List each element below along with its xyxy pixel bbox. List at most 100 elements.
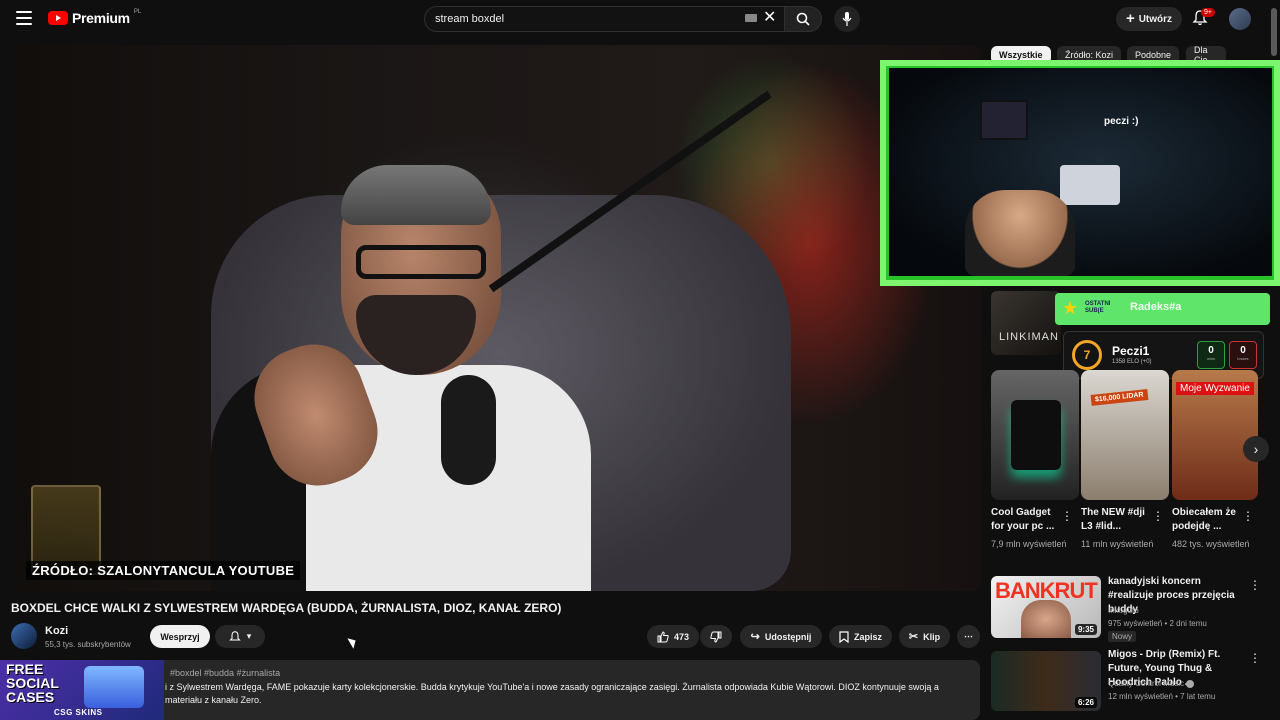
keyboard-icon[interactable] [745, 14, 757, 22]
more-vert-icon[interactable]: ⋮ [1242, 510, 1254, 522]
notification-settings-button[interactable]: ▾ [215, 625, 265, 648]
losses-counter: 0 losses [1229, 341, 1257, 369]
related-video-meta: 975 wyświetleń • 2 dni temu [1108, 619, 1207, 628]
related-video-thumbnail[interactable]: 6:26 [991, 651, 1101, 711]
losses-count: 0 [1240, 345, 1246, 356]
faceit-elo-score: 1358 ELO (+0) [1112, 359, 1152, 365]
scissors-icon: ✂ [908, 631, 919, 643]
keycap-image [1011, 400, 1061, 470]
promo-banner[interactable]: FREE SOCIAL CASES CSG SKINS [0, 660, 164, 720]
search-input[interactable] [435, 13, 735, 25]
short-views: 7,9 mln wyświetleń [991, 539, 1067, 549]
create-label: Utwórz [1138, 13, 1173, 25]
page-scrollbar[interactable] [1271, 8, 1277, 56]
more-horiz-icon: ⋯ [964, 631, 973, 641]
video-source-caption: ŹRÓDŁO: SZALONYTANCULA YOUTUBE [26, 561, 301, 580]
podcast-microphone [441, 375, 496, 485]
create-button[interactable]: + Utwórz [1116, 7, 1182, 31]
bookmark-icon [839, 630, 849, 643]
microphone-icon [842, 12, 852, 26]
short-thumbnail-tag: $16,000 LIDAR [1090, 389, 1149, 406]
short-thumbnail-tag: Moje Wyzwanie [1176, 382, 1254, 395]
video-player[interactable]: ŹRÓDŁO: SZALONYTANCULA YOUTUBE [11, 45, 981, 591]
dislike-button[interactable] [700, 625, 732, 648]
short-title[interactable]: Obiecałem że podejdę ... [1172, 506, 1246, 534]
youtube-play-icon [48, 11, 68, 25]
short-views: 11 mln wyświetleń [1081, 539, 1154, 549]
last-sub-label: OSTATNI SUB(E [1085, 301, 1111, 314]
save-button[interactable]: Zapisz [829, 625, 892, 648]
search-button[interactable] [784, 6, 822, 32]
short-thumbnail[interactable] [991, 370, 1079, 500]
stream-label: peczi :) [1104, 116, 1139, 127]
subscriber-count: 55,3 tys. subskrybentów [45, 640, 131, 649]
share-label: Udostępnij [764, 631, 812, 642]
thumbs-up-icon [657, 630, 669, 642]
promo-title: FREE SOCIAL CASES [6, 661, 59, 705]
verified-icon [1186, 679, 1195, 688]
thumbnail-text: BANKRUT [995, 578, 1098, 603]
more-vert-icon[interactable]: ⋮ [1152, 510, 1164, 522]
logo-country: PL [133, 9, 142, 15]
channel-name: Quality Control Music [1108, 679, 1185, 688]
thumbnail-text: LINKIMAN [999, 331, 1059, 343]
save-label: Zapisz [853, 631, 882, 642]
stream-couch [1060, 165, 1120, 205]
notification-count-badge: 9+ [1201, 8, 1215, 17]
top-bar: Premium PL ✕ + Utwórz 9+ [0, 0, 1280, 40]
chevron-down-icon: ▾ [246, 631, 252, 641]
share-button[interactable]: ↪ Udostępnij [740, 625, 822, 648]
wins-count: 0 [1208, 345, 1214, 356]
more-vert-icon[interactable]: ⋮ [1061, 510, 1073, 522]
related-video-channel[interactable]: Quality Control Music [1108, 679, 1195, 688]
more-vert-icon[interactable]: ⋮ [1249, 651, 1261, 665]
mouse-cursor [347, 635, 359, 649]
short-title[interactable]: The NEW #dji L3 #lid... [1081, 506, 1155, 534]
thumbnail-face [1021, 600, 1071, 638]
clip-button[interactable]: ✂ Klip [899, 625, 950, 648]
faceit-level-badge: 7 [1072, 340, 1102, 370]
video-duration: 9:35 [1074, 624, 1097, 635]
description-text: i z Sylwestrem Wardęga, FAME pokazuje ka… [165, 682, 939, 705]
star-icon: ★ [1062, 298, 1079, 318]
side-thumbnail-top[interactable]: LINKIMAN [991, 291, 1061, 355]
related-video-channel[interactable]: Inkoguto [1108, 606, 1139, 615]
chevron-right-icon: › [1253, 441, 1259, 457]
plus-icon: + [1125, 10, 1135, 27]
speaker-hair [341, 165, 491, 225]
video-duration: 6:26 [1074, 697, 1097, 708]
video-title: BOXDEL CHCE WALKI Z SYLWESTREM WARDĘGA (… [11, 601, 562, 615]
support-button[interactable]: Wesprzyj [150, 625, 210, 648]
more-actions-button[interactable]: ⋯ [957, 625, 980, 648]
like-button[interactable]: 473 [647, 625, 699, 648]
losses-label: losses [1237, 356, 1249, 361]
last-sub-name: Radeks#a [1130, 301, 1182, 313]
channel-name[interactable]: Kozi [45, 625, 68, 637]
short-thumbnail[interactable]: $16,000 LIDAR [1081, 370, 1169, 500]
description-hashtags[interactable]: #boxdel #budda #żurnalista [170, 668, 280, 678]
short-thumbnail[interactable]: Moje Wyzwanie [1172, 370, 1258, 500]
short-views: 482 tys. wyświetleń [1172, 539, 1250, 549]
youtube-premium-logo[interactable]: Premium PL [48, 9, 142, 26]
more-vert-icon[interactable]: ⋮ [1249, 578, 1261, 592]
channel-avatar[interactable] [11, 623, 37, 649]
search-icon [796, 12, 810, 26]
share-icon: ↪ [750, 631, 760, 643]
like-count: 473 [673, 631, 690, 642]
related-video-meta: 12 mln wyświetleń • 7 lat temu [1108, 692, 1216, 701]
new-badge: Nowy [1108, 631, 1137, 642]
clear-search-icon[interactable]: ✕ [763, 10, 776, 26]
voice-search-button[interactable] [834, 6, 860, 32]
thumbs-down-icon [710, 631, 722, 643]
promo-brand: CSG SKINS [54, 708, 103, 717]
speaker-glasses [356, 245, 486, 279]
account-avatar[interactable] [1229, 8, 1251, 30]
streamer [965, 190, 1075, 276]
case-image [84, 666, 144, 708]
menu-icon[interactable] [16, 11, 32, 25]
shorts-next-button[interactable]: › [1243, 436, 1269, 462]
short-title[interactable]: Cool Gadget for your pc ... [991, 506, 1065, 534]
stream-monitor [980, 100, 1028, 140]
wins-counter: 0 wins [1197, 341, 1225, 369]
related-video-thumbnail[interactable]: BANKRUT 9:35 [991, 576, 1101, 638]
